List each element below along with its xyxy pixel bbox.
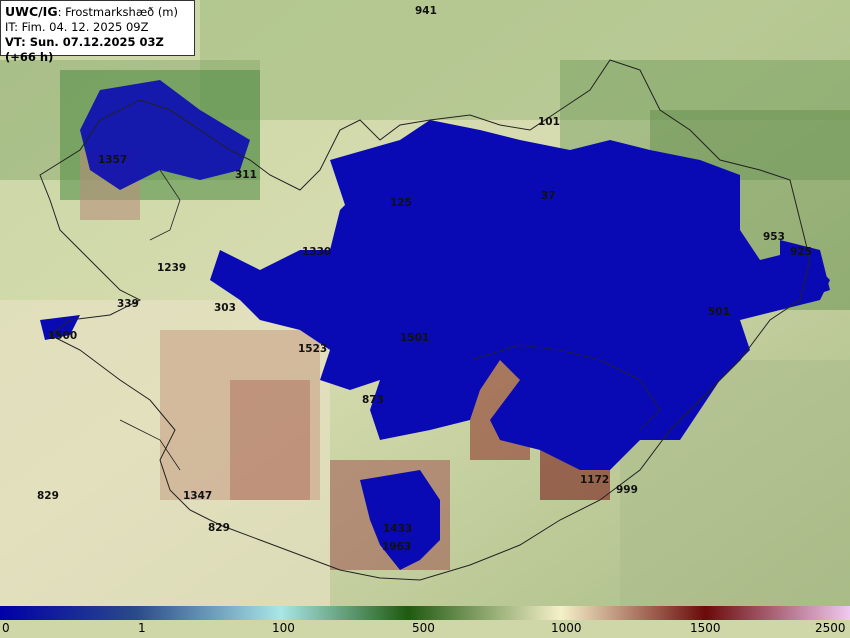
label-303: 303: [214, 302, 236, 314]
label-941: 941: [415, 5, 437, 17]
label-925: 925: [790, 246, 812, 258]
valid-time: VT: Sun. 07.12.2025 03Z (+66 h): [5, 35, 164, 64]
label-873: 873: [362, 394, 384, 406]
label-1501: 1501: [400, 332, 430, 344]
label-1172: 1172: [580, 474, 610, 486]
label-1347: 1347: [183, 490, 213, 502]
title-box: UWC/IG: Frostmarkshæð (m) IT: Fim. 04. 1…: [0, 0, 195, 64]
initial-time: IT: Fim. 04. 12. 2025 09Z: [5, 20, 149, 34]
colorbar-tick-0: 0: [2, 621, 10, 635]
label-1500-left: 1500: [48, 330, 78, 342]
label-501: 501: [708, 306, 730, 318]
label-1433: 1433: [383, 523, 413, 535]
colorbar-tick-2500: 2500: [815, 621, 846, 635]
label-1963: 1963: [382, 541, 412, 553]
label-999: 999: [616, 484, 638, 496]
label-339: 339: [117, 298, 139, 310]
label-1239: 1239: [157, 262, 187, 274]
colorbar-tick-1000: 1000: [551, 621, 582, 635]
label-953: 953: [763, 231, 785, 243]
colorbar: [0, 606, 850, 620]
colorbar-tick-1: 1: [138, 621, 146, 635]
label-101: 101: [538, 116, 560, 128]
label-829-west: 829: [37, 490, 59, 502]
label-1330: 1330: [302, 246, 332, 258]
colorbar-tick-500: 500: [412, 621, 435, 635]
label-311: 311: [235, 169, 257, 181]
colorbar-tick-100: 100: [272, 621, 295, 635]
label-1357: 1357: [98, 154, 128, 166]
model-name: UWC/IG: [5, 4, 58, 19]
label-829-south: 829: [208, 522, 230, 534]
label-125: 125: [390, 197, 412, 209]
map-title: : Frostmarkshæð (m): [57, 5, 178, 19]
colorbar-tick-1500: 1500: [690, 621, 721, 635]
label-1523: 1523: [298, 343, 328, 355]
label-37: 37: [541, 190, 556, 202]
